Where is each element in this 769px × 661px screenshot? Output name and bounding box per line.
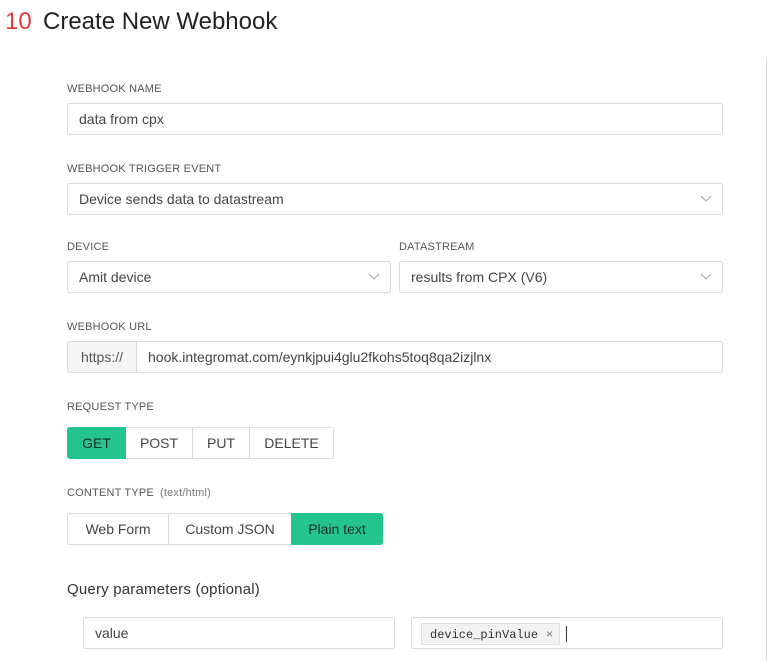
webhook-url-label: WEBHOOK URL bbox=[67, 321, 152, 333]
chevron-down-icon bbox=[368, 273, 380, 280]
scrollbar-track[interactable] bbox=[766, 58, 767, 661]
query-param-key-field[interactable] bbox=[83, 617, 395, 649]
query-param-value-field[interactable]: device_pinValue × bbox=[411, 617, 723, 649]
webhook-url-field[interactable] bbox=[136, 341, 723, 373]
step-number: 10 bbox=[5, 8, 32, 35]
query-param-tag: device_pinValue × bbox=[421, 623, 561, 645]
webhook-name-label: WEBHOOK NAME bbox=[67, 83, 162, 95]
webhook-name-input[interactable] bbox=[79, 104, 711, 134]
chevron-down-icon bbox=[700, 195, 712, 202]
device-value: Amit device bbox=[79, 269, 152, 285]
content-type-hint: (text/html) bbox=[159, 487, 212, 499]
query-parameters-title: Query parameters (optional) bbox=[67, 581, 260, 598]
query-param-key-input[interactable] bbox=[95, 618, 383, 648]
webhook-url-input[interactable] bbox=[148, 342, 711, 372]
request-type-put-button[interactable]: PUT bbox=[192, 427, 250, 459]
page-title: Create New Webhook bbox=[43, 8, 278, 35]
request-type-delete-button[interactable]: DELETE bbox=[249, 427, 334, 459]
device-label: DEVICE bbox=[67, 241, 110, 253]
query-param-tag-label: device_pinValue bbox=[430, 628, 539, 642]
trigger-event-label: WEBHOOK TRIGGER EVENT bbox=[67, 163, 222, 175]
request-type-group: GET POST PUT DELETE bbox=[67, 427, 334, 459]
content-type-label-text: CONTENT TYPE bbox=[67, 487, 154, 499]
datastream-value: results from CPX (V6) bbox=[411, 269, 548, 285]
content-type-web-form-button[interactable]: Web Form bbox=[67, 513, 169, 545]
content-type-custom-json-button[interactable]: Custom JSON bbox=[168, 513, 292, 545]
trigger-event-value: Device sends data to datastream bbox=[79, 191, 284, 207]
device-select[interactable]: Amit device bbox=[67, 261, 391, 293]
content-type-plain-text-button[interactable]: Plain text bbox=[291, 513, 383, 545]
trigger-event-select[interactable]: Device sends data to datastream bbox=[67, 183, 723, 215]
request-type-post-button[interactable]: POST bbox=[125, 427, 193, 459]
datastream-label: DATASTREAM bbox=[399, 241, 475, 253]
url-protocol-prefix: https:// bbox=[67, 341, 136, 373]
close-icon[interactable]: × bbox=[546, 627, 553, 641]
webhook-name-field[interactable] bbox=[67, 103, 723, 135]
content-type-group: Web Form Custom JSON Plain text bbox=[67, 513, 383, 545]
request-type-get-button[interactable]: GET bbox=[67, 427, 126, 459]
chevron-down-icon bbox=[700, 273, 712, 280]
request-type-label: REQUEST TYPE bbox=[67, 401, 154, 413]
content-type-label: CONTENT TYPE (text/html) bbox=[67, 487, 211, 499]
text-cursor bbox=[566, 626, 568, 642]
datastream-select[interactable]: results from CPX (V6) bbox=[399, 261, 723, 293]
